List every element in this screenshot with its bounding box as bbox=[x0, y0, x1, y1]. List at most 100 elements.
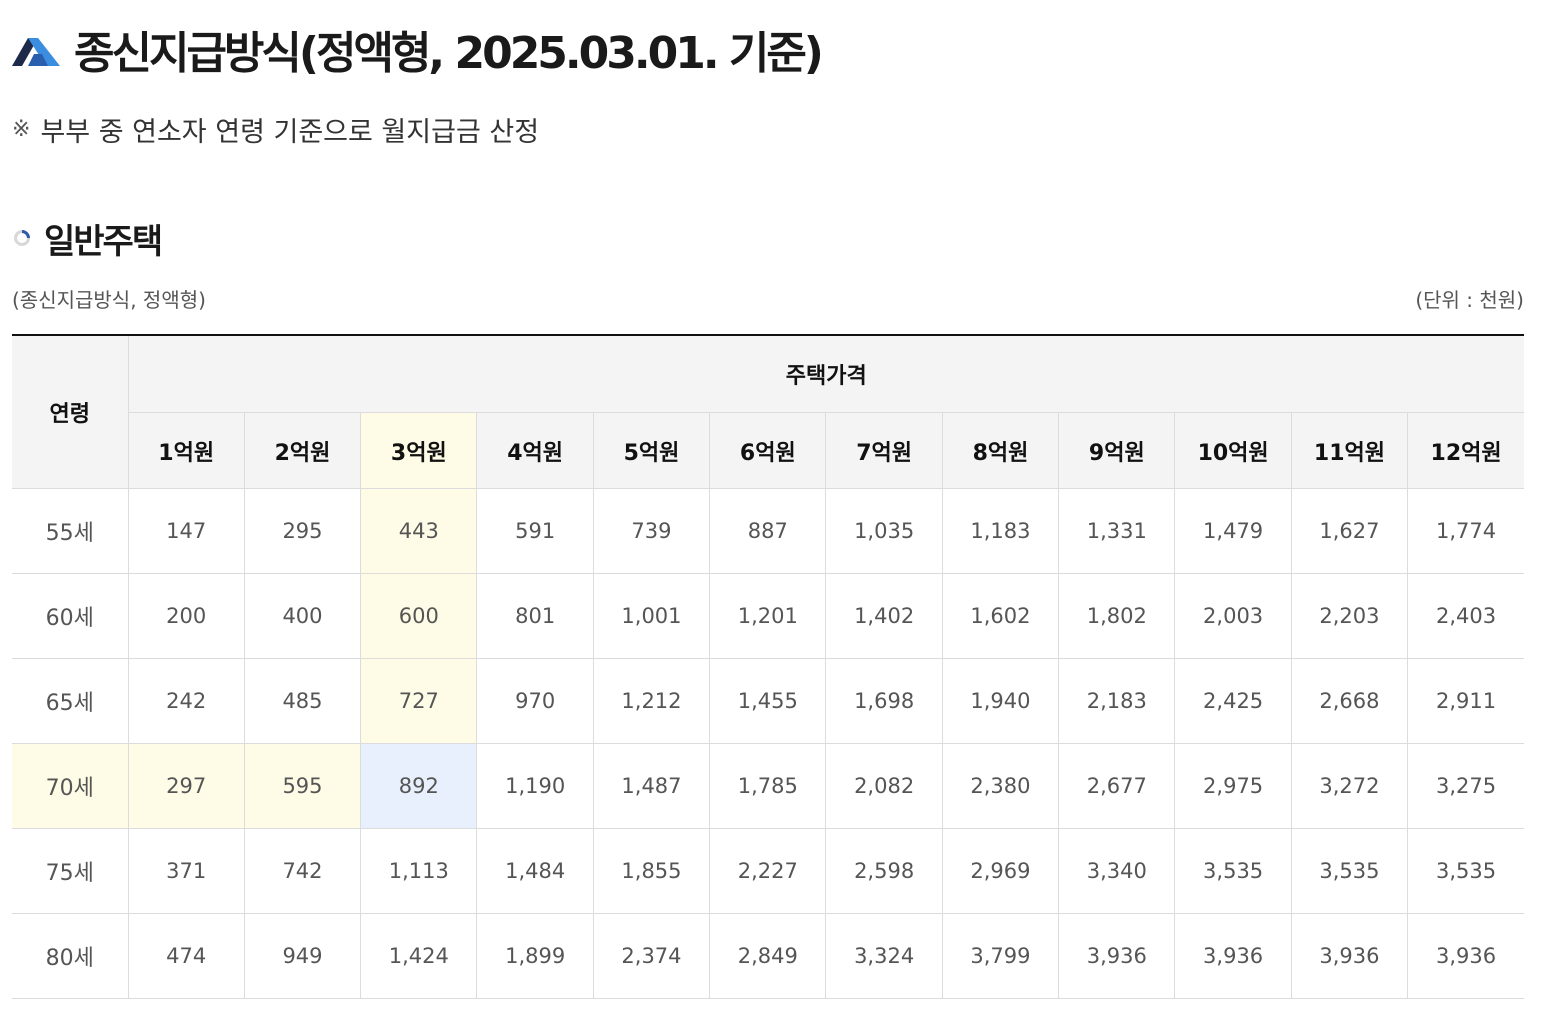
payment-cell: 242 bbox=[127, 658, 245, 744]
payment-cell: 1,484 bbox=[476, 828, 594, 914]
payment-cell: 1,899 bbox=[476, 913, 594, 999]
payment-cell: 1,113 bbox=[360, 828, 478, 914]
age-cell: 80세 bbox=[12, 913, 129, 999]
payment-cell: 2,677 bbox=[1058, 743, 1176, 829]
payment-cell: 3,535 bbox=[1174, 828, 1292, 914]
payment-cell: 2,598 bbox=[825, 828, 943, 914]
price-column-header: 2억원 bbox=[243, 412, 362, 489]
payment-cell: 1,940 bbox=[941, 658, 1060, 744]
payment-cell: 595 bbox=[243, 743, 362, 829]
payment-cell: 2,203 bbox=[1290, 573, 1409, 659]
price-column-header: 1억원 bbox=[128, 412, 245, 489]
payment-cell: 2,082 bbox=[825, 743, 943, 829]
ring-bullet-icon bbox=[12, 228, 32, 248]
price-column-header: 9억원 bbox=[1058, 412, 1176, 489]
payment-cell: 600 bbox=[360, 573, 478, 659]
age-cell: 65세 bbox=[12, 658, 129, 744]
payment-cell: 3,535 bbox=[1407, 828, 1525, 914]
price-column-header: 4억원 bbox=[476, 412, 594, 489]
payment-cell: 2,183 bbox=[1058, 658, 1176, 744]
payment-cell: 887 bbox=[709, 488, 827, 574]
section-heading: 일반주택 bbox=[12, 212, 163, 264]
payment-cell: 2,668 bbox=[1290, 658, 1409, 744]
payment-cell: 1,190 bbox=[476, 743, 594, 829]
payment-cell: 2,975 bbox=[1174, 743, 1292, 829]
section-title: 일반주택 bbox=[44, 221, 163, 262]
payment-cell: 1,785 bbox=[709, 743, 827, 829]
payment-cell: 2,849 bbox=[709, 913, 827, 999]
table-row: 80세 474 949 1,424 1,899 2,374 2,849 3,324 3,799 3… bbox=[12, 913, 1525, 999]
price-column-header: 5억원 bbox=[592, 412, 711, 489]
payment-cell: 200 bbox=[127, 573, 245, 659]
payment-cell: 742 bbox=[243, 828, 362, 914]
payment-cell: 3,936 bbox=[1174, 913, 1292, 999]
payment-cell: 801 bbox=[476, 573, 594, 659]
payment-cell: 3,535 bbox=[1290, 828, 1409, 914]
price-column-header: 12억원 bbox=[1407, 412, 1525, 489]
table-row: 75세 371 742 1,113 1,484 1,855 2,227 2,598 2,969 3… bbox=[12, 828, 1525, 914]
triangle-logo-icon bbox=[12, 32, 62, 66]
payment-cell: 1,487 bbox=[592, 743, 711, 829]
payment-cell: 3,799 bbox=[941, 913, 1060, 999]
payment-cell: 3,936 bbox=[1407, 913, 1525, 999]
age-cell: 60세 bbox=[12, 573, 129, 659]
table-row: 60세 200 400 600 801 1,001 1,201 1,402 1,602 1,802… bbox=[12, 573, 1525, 659]
payment-cell: 371 bbox=[127, 828, 245, 914]
payment-cell: 2,425 bbox=[1174, 658, 1292, 744]
calculation-note: ※ 부부 중 연소자 연령 기준으로 월지급금 산정 bbox=[12, 110, 539, 149]
payment-cell: 485 bbox=[243, 658, 362, 744]
payment-cell: 443 bbox=[360, 488, 478, 574]
payment-cell: 1,479 bbox=[1174, 488, 1292, 574]
price-column-header: 10억원 bbox=[1174, 412, 1292, 489]
payment-cell: 2,911 bbox=[1407, 658, 1525, 744]
payment-cell: 3,324 bbox=[825, 913, 943, 999]
payment-cell: 949 bbox=[243, 913, 362, 999]
payment-cell: 1,627 bbox=[1290, 488, 1409, 574]
price-header: 주택가격 bbox=[127, 334, 1525, 413]
table-row: 55세 147 295 443 591 739 887 1,035 1,183 1,331 1,47… bbox=[12, 488, 1525, 574]
payment-cell: 1,455 bbox=[709, 658, 827, 744]
payment-cell: 3,340 bbox=[1058, 828, 1176, 914]
payment-cell: 1,802 bbox=[1058, 573, 1176, 659]
monthly-payment-table: 연령 주택가격 1억원 2억원 3억원 4억원 5억원 6억원 7억원 8억원 9억원 10억원 1… bbox=[12, 334, 1525, 999]
payment-cell: 3,936 bbox=[1058, 913, 1176, 999]
payment-cell: 892 bbox=[360, 743, 478, 829]
age-cell: 70세 bbox=[12, 743, 129, 829]
payment-cell: 297 bbox=[127, 743, 245, 829]
payment-cell: 2,227 bbox=[709, 828, 827, 914]
payment-cell: 3,272 bbox=[1290, 743, 1409, 829]
payment-cell: 147 bbox=[127, 488, 245, 574]
payment-cell: 1,201 bbox=[709, 573, 827, 659]
payment-cell: 739 bbox=[592, 488, 711, 574]
payment-cell: 2,403 bbox=[1407, 573, 1525, 659]
age-cell: 55세 bbox=[12, 488, 129, 574]
page-title: 종신지급방식(정액형, 2025.03.01. 기준) bbox=[74, 28, 824, 79]
payment-cell: 1,698 bbox=[825, 658, 943, 744]
table-row: 65세 242 485 727 970 1,212 1,455 1,698 1,940 2,183… bbox=[12, 658, 1525, 744]
payment-cell: 2,969 bbox=[941, 828, 1060, 914]
payment-cell: 1,402 bbox=[825, 573, 943, 659]
payment-cell: 1,424 bbox=[360, 913, 478, 999]
table-header-row: 연령 주택가격 bbox=[12, 334, 1525, 489]
payment-cell: 2,380 bbox=[941, 743, 1060, 829]
age-header: 연령 bbox=[12, 334, 129, 489]
payment-cell: 591 bbox=[476, 488, 594, 574]
page-title-row: 종신지급방식(정액형, 2025.03.01. 기준) bbox=[12, 14, 824, 84]
payment-cell: 1,183 bbox=[941, 488, 1060, 574]
reference-mark: ※ bbox=[12, 117, 31, 142]
payment-cell: 1,855 bbox=[592, 828, 711, 914]
table-body: 55세 147 295 443 591 739 887 1,035 1,183 1,331 1,47… bbox=[12, 488, 1525, 999]
payment-cell: 1,035 bbox=[825, 488, 943, 574]
price-column-header: 6억원 bbox=[709, 412, 827, 489]
price-column-header: 8억원 bbox=[941, 412, 1060, 489]
payment-cell: 970 bbox=[476, 658, 594, 744]
table-row: 70세 297 595 892 1,190 1,487 1,785 2,082 2,380 2,6… bbox=[12, 743, 1525, 829]
payment-cell: 3,275 bbox=[1407, 743, 1525, 829]
price-column-header: 3억원 bbox=[360, 412, 478, 489]
note-text: 부부 중 연소자 연령 기준으로 월지급금 산정 bbox=[40, 117, 540, 148]
payment-cell: 3,936 bbox=[1290, 913, 1409, 999]
price-column-header: 7억원 bbox=[825, 412, 943, 489]
payment-cell: 474 bbox=[127, 913, 245, 999]
price-column-header-row: 1억원 2억원 3억원 4억원 5억원 6억원 7억원 8억원 9억원 10억원 11억원 12억원 bbox=[12, 412, 1525, 489]
payment-cell: 2,003 bbox=[1174, 573, 1292, 659]
